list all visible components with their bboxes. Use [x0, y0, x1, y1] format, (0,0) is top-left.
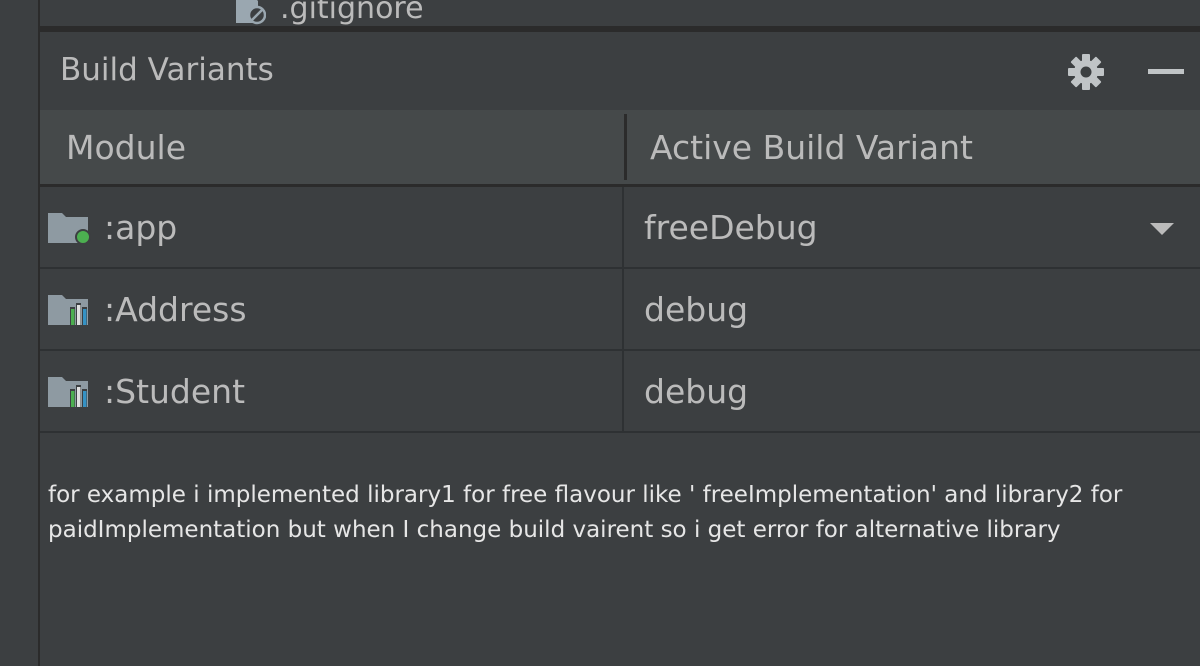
module-name: :Student: [104, 371, 246, 411]
variant-value: freeDebug: [644, 207, 818, 247]
column-header-active-build-variant[interactable]: Active Build Variant: [650, 110, 973, 184]
chevron-down-icon[interactable]: [1150, 223, 1174, 235]
gear-icon[interactable]: [1066, 52, 1106, 92]
library-module-icon: [46, 289, 92, 329]
tree-item-label: .gitignore: [280, 0, 424, 26]
library-module-icon: [46, 371, 92, 411]
variant-cell[interactable]: debug: [622, 269, 1200, 349]
panel-header: Build Variants: [40, 32, 1200, 110]
table-header: Module Active Build Variant: [40, 110, 1200, 187]
variant-cell[interactable]: debug: [622, 351, 1200, 431]
module-cell: :app: [40, 187, 620, 267]
left-tool-strip: [0, 0, 40, 666]
project-tree: .gitignore: [40, 0, 1200, 26]
tree-item-gitignore[interactable]: .gitignore: [232, 0, 424, 26]
variant-value: debug: [644, 371, 749, 411]
table-row[interactable]: :Address debug: [40, 269, 1200, 351]
panel-title: Build Variants: [60, 52, 274, 88]
module-name: :app: [104, 207, 178, 247]
minimize-icon[interactable]: [1144, 52, 1188, 92]
build-variants-window: .gitignore Build Variants Module Active …: [0, 0, 1200, 666]
column-divider[interactable]: [624, 114, 627, 180]
module-cell: :Address: [40, 269, 620, 349]
build-variants-table: Module Active Build Variant :app freeDeb…: [40, 110, 1200, 433]
app-module-icon: [46, 207, 92, 247]
question-note: for example i implemented library1 for f…: [48, 482, 1123, 543]
column-header-module[interactable]: Module: [66, 110, 186, 184]
ignored-file-icon: [232, 0, 267, 25]
variant-value: debug: [644, 289, 749, 329]
module-cell: :Student: [40, 351, 620, 431]
variant-cell[interactable]: freeDebug: [622, 187, 1200, 267]
table-row[interactable]: :app freeDebug: [40, 187, 1200, 269]
module-name: :Address: [104, 289, 247, 329]
table-row[interactable]: :Student debug: [40, 351, 1200, 433]
